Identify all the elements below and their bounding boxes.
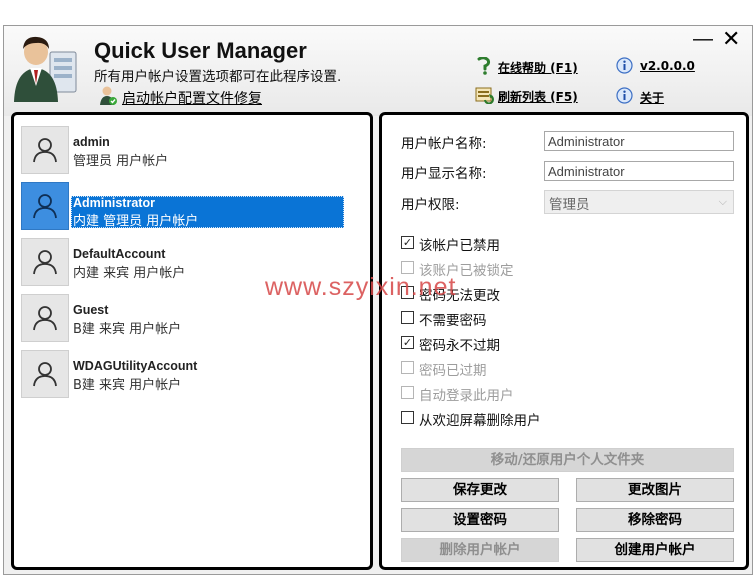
info-icon	[616, 57, 633, 74]
refresh-list-link[interactable]: 刷新列表 (F5)	[498, 88, 578, 105]
help-icon	[476, 56, 492, 75]
user-list-panel: admin 管理员 用户帐户 Administrator 内建 管理员 用户帐户…	[11, 112, 373, 570]
checkbox-label: 该帐户已禁用	[419, 238, 500, 254]
user-name: Administrator	[73, 196, 155, 210]
help-link[interactable]: 在线帮助 (F1)	[498, 59, 578, 76]
refresh-icon	[474, 86, 494, 105]
app-user-icon	[12, 32, 82, 104]
close-button[interactable]: ✕	[722, 26, 740, 52]
change-picture-button[interactable]: 更改图片	[576, 478, 734, 502]
checkbox-label: 密码永不过期	[419, 338, 500, 354]
move-profile-folder-button[interactable]: 移动/还原用户个人文件夹	[401, 448, 734, 472]
save-changes-button[interactable]: 保存更改	[401, 478, 559, 502]
repair-user-icon	[98, 85, 118, 107]
checkbox-label: 从欢迎屏幕删除用户	[419, 413, 541, 429]
user-description: 管理员 用户帐户	[73, 154, 169, 169]
user-name: Guest	[73, 303, 109, 317]
rights-label: 用户权限:	[401, 197, 460, 213]
user-avatar-icon	[21, 238, 69, 286]
user-description: B建 来宾 用户帐户	[73, 378, 182, 393]
rights-select-value: 管理员	[549, 197, 590, 213]
set-password-button[interactable]: 设置密码	[401, 508, 559, 532]
account-name-field[interactable]	[544, 131, 734, 151]
user-description: B建 来宾 用户帐户	[73, 322, 182, 337]
about-link[interactable]: 关于	[640, 89, 664, 106]
checkbox-label: 不需要密码	[419, 313, 487, 329]
user-details-panel: 用户帐户名称: 用户显示名称: 用户权限: 管理员 ⌵ ✓ 该帐户已禁用 该账户…	[379, 112, 749, 570]
checkbox-box[interactable]	[401, 311, 414, 324]
user-name: DefaultAccount	[73, 247, 166, 261]
minimize-button[interactable]: —	[693, 28, 713, 51]
chevron-down-icon: ⌵	[718, 195, 727, 208]
checkbox-label: 自动登录此用户	[419, 388, 514, 404]
checkbox-box	[401, 386, 414, 399]
repair-profile-link[interactable]: 启动帐户配置文件修复	[122, 88, 262, 108]
delete-user-button[interactable]: 删除用户帐户	[401, 538, 559, 562]
user-avatar-icon	[21, 294, 69, 342]
user-avatar-icon	[21, 350, 69, 398]
app-subtitle: 所有用户帐户设置选项都可在此程序设置.	[94, 69, 342, 85]
checkbox-box[interactable]	[401, 411, 414, 424]
checkbox-box[interactable]: ✓	[401, 236, 414, 249]
rights-select[interactable]: 管理员 ⌵	[544, 190, 734, 214]
app-title: Quick User Manager	[94, 38, 307, 63]
user-list-item-admin[interactable]: admin 管理员 用户帐户	[21, 126, 351, 176]
user-description: 内建 管理员 用户帐户	[73, 214, 199, 229]
user-name: WDAGUtilityAccount	[73, 359, 198, 373]
user-list-item-administrator[interactable]: Administrator 内建 管理员 用户帐户	[21, 182, 351, 232]
display-name-field[interactable]	[544, 161, 734, 181]
display-name-label: 用户显示名称:	[401, 166, 487, 182]
user-avatar-icon	[21, 182, 69, 230]
info-icon	[616, 87, 633, 104]
user-description: 内建 来宾 用户帐户	[73, 266, 186, 281]
create-user-button[interactable]: 创建用户帐户	[576, 538, 734, 562]
user-name: admin	[73, 135, 110, 149]
version-link[interactable]: v2.0.0.0	[640, 59, 695, 73]
account-name-label: 用户帐户名称:	[401, 136, 487, 152]
user-list-item-wdagutilityaccount[interactable]: WDAGUtilityAccount B建 来宾 用户帐户	[21, 350, 351, 400]
remove-password-button[interactable]: 移除密码	[576, 508, 734, 532]
user-avatar-icon	[21, 126, 69, 174]
checkbox-box	[401, 361, 414, 374]
watermark-text: www.szyixin.net	[265, 273, 457, 301]
checkbox-label: 密码已过期	[419, 363, 487, 379]
checkbox-box[interactable]: ✓	[401, 336, 414, 349]
